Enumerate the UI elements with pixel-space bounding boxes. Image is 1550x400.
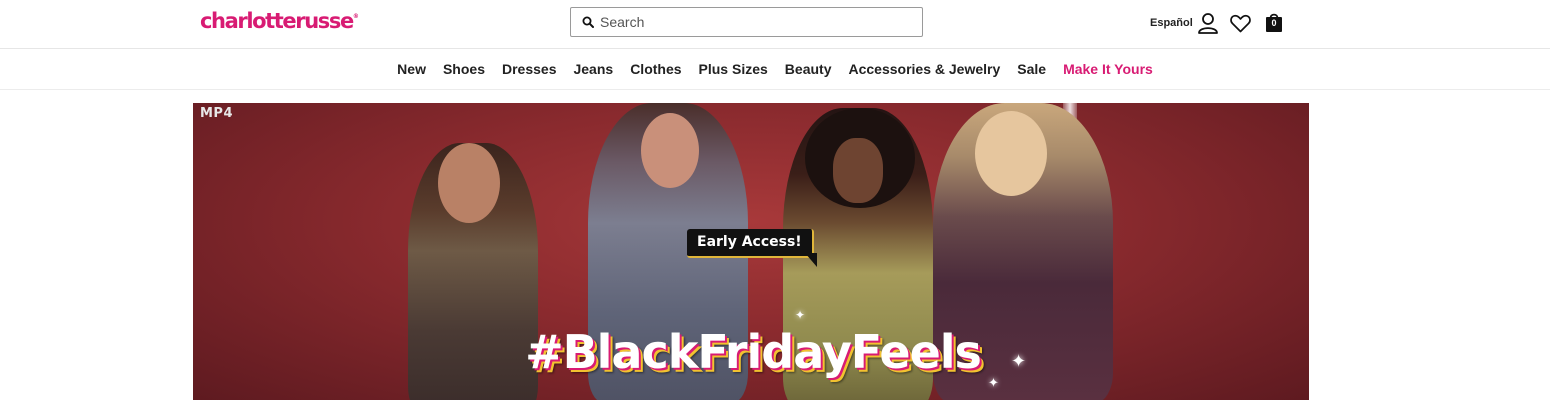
sparkle-icon: ✦ [795,308,806,322]
hero-banner[interactable]: MP4 Early Access! #BlackFridayFeels ✦ ✦ … [193,103,1309,400]
sparkle-icon: ✦ [988,375,999,390]
model-head [975,111,1047,196]
sparkle-icon: ✦ [1011,351,1027,371]
media-type-tag: MP4 [200,106,234,121]
nav-item-dresses[interactable]: Dresses [502,61,557,77]
nav-item-make-it-yours[interactable]: Make It Yours [1063,61,1153,77]
nav-item-jeans[interactable]: Jeans [573,61,613,77]
logo-registered-mark: ® [352,13,359,20]
early-access-bubble: Early Access! [687,229,814,258]
nav-item-plus-sizes[interactable]: Plus Sizes [699,61,768,77]
nav-item-accessories-jewelry[interactable]: Accessories & Jewelry [848,61,1000,77]
hero-headline: #BlackFridayFeels [525,325,982,379]
nav-item-clothes[interactable]: Clothes [630,61,681,77]
language-link[interactable]: Español [1150,17,1193,29]
model-head [833,138,883,203]
search-box[interactable] [570,7,923,37]
bag-count: 0 [1271,18,1277,28]
site-logo[interactable]: charlotterusse® [200,9,359,33]
main-nav: New Shoes Dresses Jeans Clothes Plus Siz… [0,49,1550,90]
user-icon[interactable] [1197,12,1219,34]
model-head [438,143,500,223]
bubble-tail [805,253,817,267]
model-head [641,113,699,188]
site-header: charlotterusse® Español 0 [0,0,1550,49]
search-input[interactable] [600,14,900,30]
heart-icon[interactable] [1230,14,1251,33]
bag-icon[interactable]: 0 [1265,12,1283,33]
nav-item-sale[interactable]: Sale [1017,61,1046,77]
logo-text: charlotterusse [200,9,354,33]
nav-item-beauty[interactable]: Beauty [785,61,832,77]
search-icon[interactable] [582,16,594,28]
nav-item-new[interactable]: New [397,61,426,77]
nav-item-shoes[interactable]: Shoes [443,61,485,77]
